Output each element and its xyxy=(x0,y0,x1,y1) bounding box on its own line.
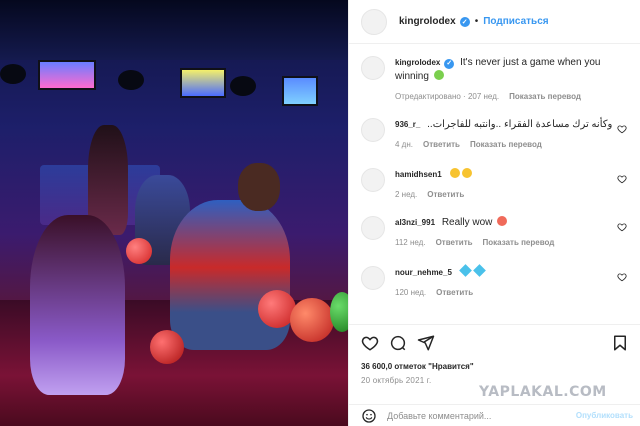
commenter-avatar[interactable] xyxy=(361,266,385,290)
comment-icon[interactable] xyxy=(389,334,407,352)
money-face-emoji-icon xyxy=(433,70,444,80)
laughing-emoji-icon xyxy=(462,168,473,178)
photo-ceiling xyxy=(0,0,348,60)
author-username[interactable]: kingrolodex xyxy=(399,16,456,27)
verified-icon: ✓ xyxy=(459,16,470,27)
reply-button[interactable]: Ответить xyxy=(423,138,460,152)
comment-time[interactable]: 112 нед. xyxy=(395,236,426,250)
comment-text: وكأنه ترك مساعدة الفقراء ..وانتبه للفاجر… xyxy=(427,119,613,130)
likes-count[interactable]: 36 600,0 отметок "Нравится" xyxy=(361,362,474,371)
comment-username[interactable]: al3nzi_991 xyxy=(395,218,435,227)
comment-username[interactable]: hamidhsen1 xyxy=(395,170,442,179)
post-panel: kingrolodex ✓ • Подписаться kingrolodex ✓… xyxy=(348,0,640,426)
list-item: 936_r_ وكأنه ترك مساعدة الفقراء ..وانتبه… xyxy=(361,118,631,152)
watermark: YAPLAKAL.COM xyxy=(479,384,607,400)
caption-body: kingrolodex ✓ It's never just a game when… xyxy=(395,56,631,104)
bookmark-icon[interactable] xyxy=(611,334,629,352)
list-item: nour_nehme_5 120 нед. Ответить xyxy=(361,264,631,300)
caption-time[interactable]: 207 нед. xyxy=(468,92,499,101)
photo-bowling-ball xyxy=(126,238,152,264)
gem-emoji-icon xyxy=(472,264,486,277)
action-bar xyxy=(349,324,640,360)
show-translation-link[interactable]: Показать перевод xyxy=(509,90,581,104)
show-translation-link[interactable]: Показать перевод xyxy=(470,138,542,152)
comment-time[interactable]: 120 нед. xyxy=(395,286,426,300)
share-icon[interactable] xyxy=(417,334,435,352)
heart-icon[interactable] xyxy=(617,124,627,134)
comment-input[interactable] xyxy=(387,410,587,421)
comments-list[interactable]: kingrolodex ✓ It's never just a game when… xyxy=(349,44,640,324)
comment-username[interactable]: nour_nehme_5 xyxy=(395,268,452,277)
photo-person-head xyxy=(238,163,280,211)
show-translation-link[interactable]: Показать перевод xyxy=(483,236,555,250)
commenter-avatar[interactable] xyxy=(361,216,385,240)
comment-text: Really wow xyxy=(441,217,493,228)
heart-icon[interactable] xyxy=(617,272,627,282)
reply-button[interactable]: Ответить xyxy=(427,188,464,202)
post-header: kingrolodex ✓ • Подписаться xyxy=(349,0,640,44)
caption: kingrolodex ✓ It's never just a game when… xyxy=(361,56,631,104)
list-item: al3nzi_991 Really wow 112 нед. Ответить … xyxy=(361,216,631,250)
comment-meta: 120 нед. Ответить xyxy=(395,286,631,300)
commenter-avatar[interactable] xyxy=(361,118,385,142)
caption-username[interactable]: kingrolodex xyxy=(395,58,440,67)
photo-bowling-ball xyxy=(330,292,348,332)
comment-body: al3nzi_991 Really wow 112 нед. Ответить … xyxy=(395,216,631,250)
comment-username[interactable]: 936_r_ xyxy=(395,120,420,129)
post-photo[interactable] xyxy=(0,0,348,426)
photo-lamp xyxy=(118,70,144,90)
heart-icon[interactable] xyxy=(617,174,627,184)
caption-meta: Отредактировано · 207 нед. Показать пере… xyxy=(395,90,631,104)
comment-time[interactable]: 2 нед. xyxy=(395,188,417,202)
edited-label: Отредактировано xyxy=(395,92,461,101)
comment-bar: Опубликовать xyxy=(349,404,640,426)
post-date: 20 октябрь 2021 г. xyxy=(361,376,432,385)
photo-lamp xyxy=(0,64,26,84)
like-heart-icon[interactable] xyxy=(361,334,379,352)
author-avatar[interactable] xyxy=(361,8,387,35)
separator-dot: • xyxy=(474,16,479,27)
photo-score-screen xyxy=(180,68,226,98)
photo-score-screen xyxy=(38,60,96,90)
gem-emoji-icon xyxy=(458,264,472,277)
publish-button[interactable]: Опубликовать xyxy=(576,411,633,420)
reply-button[interactable]: Ответить xyxy=(436,236,473,250)
heart-icon[interactable] xyxy=(617,222,627,232)
commenter-avatar[interactable] xyxy=(361,168,385,192)
reply-button[interactable]: Ответить xyxy=(436,286,473,300)
photo-bowling-ball xyxy=(290,298,334,342)
laughing-emoji-icon xyxy=(450,168,461,178)
comment-meta: 112 нед. Ответить Показать перевод xyxy=(395,236,631,250)
photo-lamp xyxy=(230,76,256,96)
photo-bowling-ball xyxy=(150,330,184,364)
photo-score-screen xyxy=(282,76,318,106)
comment-meta: 4 дн. Ответить Показать перевод xyxy=(395,138,631,152)
comment-time[interactable]: 4 дн. xyxy=(395,138,413,152)
comment-body: 936_r_ وكأنه ترك مساعدة الفقراء ..وانتبه… xyxy=(395,118,631,152)
comment-body: nour_nehme_5 120 нед. Ответить xyxy=(395,264,631,300)
heart-eyes-emoji-icon xyxy=(497,216,508,226)
verified-icon: ✓ xyxy=(444,59,455,69)
follow-button[interactable]: Подписаться xyxy=(483,16,548,27)
caption-avatar[interactable] xyxy=(361,56,385,80)
list-item: hamidhsen1 2 нед. Ответить xyxy=(361,168,631,202)
photo-person xyxy=(30,215,125,395)
comment-meta: 2 нед. Ответить xyxy=(395,188,631,202)
smile-icon[interactable] xyxy=(361,408,377,424)
comment-body: hamidhsen1 2 нед. Ответить xyxy=(395,168,631,202)
